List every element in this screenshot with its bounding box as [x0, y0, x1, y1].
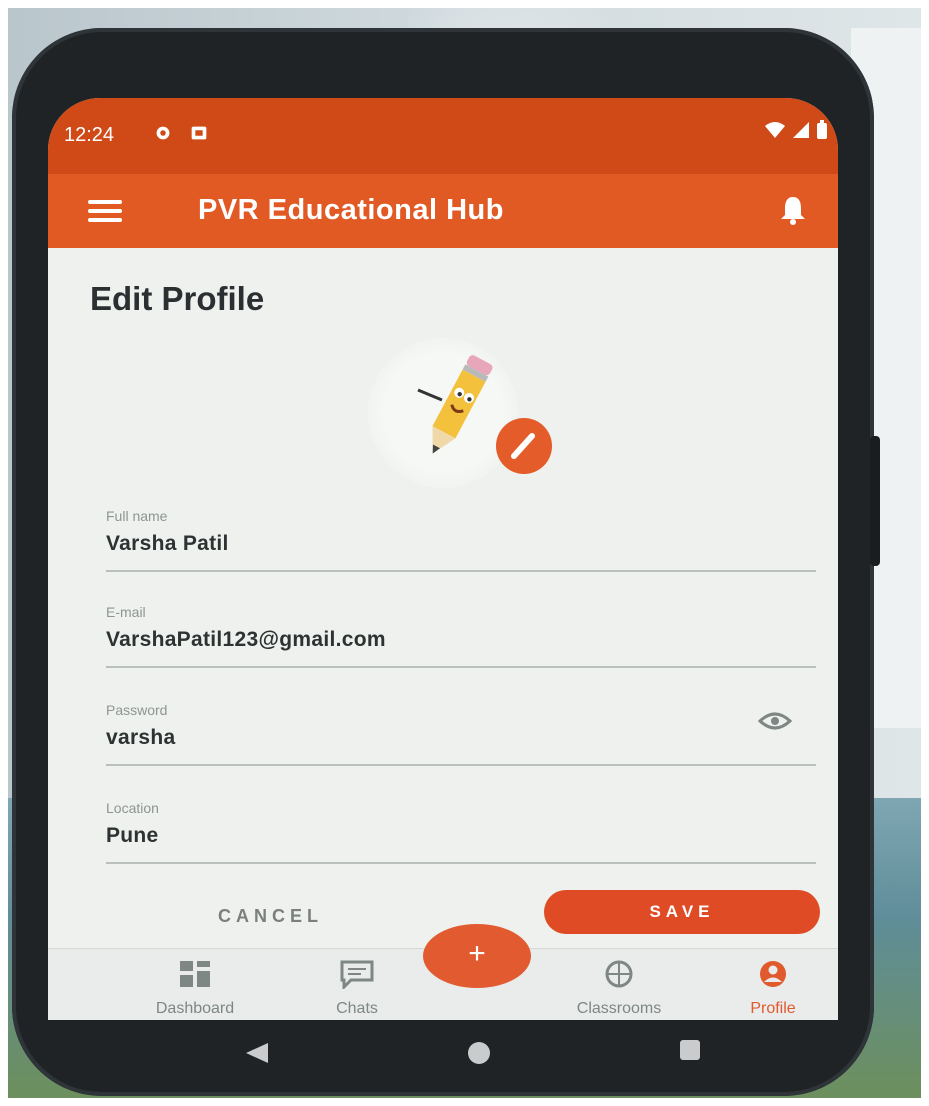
bell-icon[interactable]: [778, 194, 808, 226]
nav-label-chats: Chats: [336, 1000, 378, 1017]
notification-badge-icon: [191, 126, 207, 140]
email-value[interactable]: VarshaPatil123@gmail.com: [106, 628, 816, 652]
password-label: Password: [106, 702, 168, 718]
location-field[interactable]: Location Pune: [106, 800, 816, 864]
phone-screen: 12:24 PVR Educational Hub Edit Profile F…: [48, 98, 838, 1020]
classroom-icon: [605, 960, 633, 988]
full-name-underline: [106, 570, 816, 572]
pencil-mascot-icon: [417, 355, 493, 454]
settings-icon: [156, 126, 170, 140]
signal-icon: [793, 122, 809, 138]
chat-icon: [340, 960, 374, 991]
email-field[interactable]: E-mail VarshaPatil123@gmail.com: [106, 604, 816, 668]
edit-pencil-icon: [511, 433, 535, 459]
phone-side-button: [870, 436, 880, 566]
cancel-button[interactable]: CANCEL: [218, 906, 323, 927]
nav-label-classrooms: Classrooms: [576, 1000, 662, 1017]
nav-item-profile[interactable]: Profile: [708, 959, 838, 1018]
show-password-eye-icon[interactable]: [758, 710, 792, 732]
email-underline: [106, 666, 816, 668]
status-time: 12:24: [64, 124, 115, 146]
profile-icon: [760, 961, 786, 987]
password-value[interactable]: varsha: [106, 726, 816, 750]
location-underline: [106, 862, 816, 864]
nav-item-chats[interactable]: Chats: [282, 959, 432, 1018]
nav-label-profile: Profile: [750, 1000, 796, 1017]
wifi-icon: [765, 122, 785, 138]
profile-avatar[interactable]: [338, 328, 552, 488]
password-field[interactable]: Password varsha: [106, 702, 816, 766]
status-bar: 12:24: [48, 98, 838, 174]
app-bar: PVR Educational Hub: [48, 174, 838, 248]
nav-item-dashboard[interactable]: Dashboard: [120, 959, 270, 1018]
page-title: Edit Profile: [90, 280, 265, 317]
full-name-field[interactable]: Full name Varsha Patil: [106, 508, 816, 572]
email-label: E-mail: [106, 604, 146, 620]
recents-square-icon[interactable]: [680, 1040, 700, 1060]
location-value[interactable]: Pune: [106, 824, 816, 848]
nav-label-dashboard: Dashboard: [155, 1000, 235, 1017]
add-fab-button[interactable]: +: [423, 924, 531, 988]
save-button[interactable]: SAVE: [544, 890, 820, 934]
location-label: Location: [106, 800, 159, 816]
home-circle-icon[interactable]: [468, 1042, 490, 1064]
edit-avatar-button[interactable]: [496, 418, 552, 474]
system-navigation-bar: [48, 1020, 838, 1080]
full-name-value[interactable]: Varsha Patil: [106, 532, 816, 556]
password-underline: [106, 764, 816, 766]
dashboard-icon: [180, 961, 210, 987]
battery-icon: [817, 120, 827, 139]
hamburger-menu-icon[interactable]: [88, 200, 122, 222]
nav-item-classrooms[interactable]: Classrooms: [544, 959, 694, 1018]
back-triangle-icon[interactable]: [244, 1042, 270, 1064]
app-title: PVR Educational Hub: [198, 194, 504, 226]
full-name-label: Full name: [106, 508, 168, 524]
